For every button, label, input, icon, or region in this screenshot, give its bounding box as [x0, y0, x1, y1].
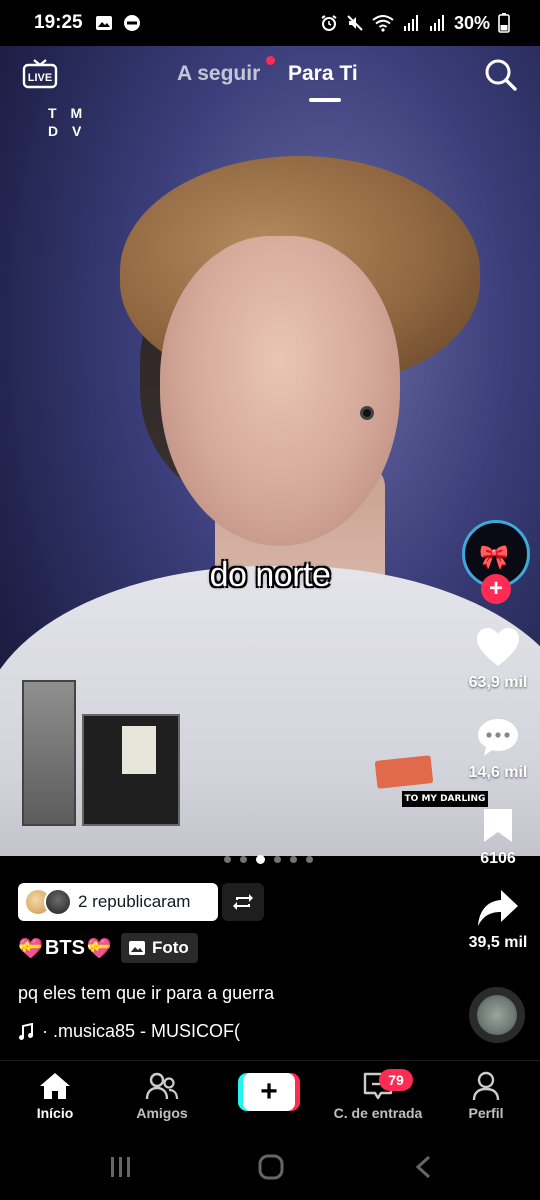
carousel-dot [240, 856, 247, 863]
music-disc[interactable] [469, 987, 525, 1043]
live-icon[interactable]: LIVE [22, 58, 58, 92]
back-icon[interactable] [412, 1154, 436, 1180]
top-nav: LIVE A seguir Para Ti [0, 54, 540, 104]
battery-percent: 30% [453, 12, 490, 33]
comment-count: 14,6 mil [468, 764, 528, 781]
inbox-badge: 79 [379, 1069, 413, 1091]
image-icon [129, 941, 145, 955]
comment-button[interactable]: 14,6 mil [456, 716, 540, 782]
repost-count-text: 2 republicaram [78, 892, 191, 911]
friends-icon [145, 1072, 179, 1100]
profile-icon [472, 1071, 500, 1101]
music-info[interactable]: · .musica85 - MUSICOF( [18, 1021, 278, 1042]
status-bar: 19:25 30% [0, 0, 540, 46]
status-time: 19:25 [34, 12, 83, 33]
wifi-icon [372, 15, 394, 32]
recent-apps-icon[interactable] [108, 1154, 134, 1180]
tab-home[interactable]: Início [26, 1071, 84, 1121]
carousel-dots [224, 855, 313, 864]
document-tile [82, 714, 180, 826]
face-shape [160, 236, 400, 546]
watermark: T M D V [48, 105, 88, 139]
home-icon [40, 1073, 70, 1099]
repost-pill[interactable]: 2 republicaram [18, 883, 218, 921]
carousel-dot [274, 856, 281, 863]
bookmark-icon [484, 809, 512, 842]
music-label-sticker: TO MY DARLING [402, 791, 488, 807]
active-tab-indicator [309, 98, 341, 102]
follow-button[interactable]: + [481, 574, 511, 604]
bottom-tab-bar: Início Amigos + C. de entrada 79 Perfil [0, 1060, 540, 1140]
repost-icon [233, 894, 253, 910]
heart-emoji-icon: 💝 [18, 938, 43, 960]
repost-avatars [24, 888, 76, 916]
author-name[interactable]: 💝 BTS 💝 [18, 936, 112, 961]
signal-icon [403, 15, 418, 31]
share-arrow-icon [478, 890, 518, 926]
repost-button[interactable] [222, 883, 264, 921]
home-button-icon[interactable] [257, 1154, 285, 1180]
music-title: · .musica85 - MUSICOF( [42, 1021, 241, 1041]
save-count: 6106 [480, 850, 516, 867]
carousel-dot-active [256, 855, 265, 864]
carousel-dot [306, 856, 313, 863]
battery-icon [498, 13, 510, 33]
plus-icon: + [243, 1073, 295, 1111]
tab-following[interactable]: A seguir [177, 62, 260, 86]
bow-icon: 🎀 [479, 544, 509, 571]
alarm-icon [321, 15, 337, 31]
share-count: 39,5 mil [468, 934, 528, 951]
gallery-icon [95, 16, 112, 30]
carousel-dot [224, 856, 231, 863]
system-navigation-bar [0, 1140, 540, 1200]
tab-for-you[interactable]: Para Ti [288, 62, 358, 86]
share-button[interactable]: 39,5 mil [456, 888, 540, 952]
like-count: 63,9 mil [468, 674, 528, 691]
like-button[interactable]: 63,9 mil [456, 626, 540, 692]
music-note-icon [19, 1022, 33, 1040]
save-button[interactable]: 6106 [456, 806, 540, 868]
tab-inbox[interactable]: C. de entrada [322, 1071, 434, 1121]
photo-badge: Foto [121, 933, 198, 963]
caption-overlay: do norte [209, 556, 331, 594]
comment-icon [478, 719, 518, 756]
do-not-disturb-icon [123, 15, 140, 31]
svg-text:LIVE: LIVE [28, 72, 52, 84]
mute-icon [347, 15, 363, 31]
tab-friends[interactable]: Amigos [128, 1071, 196, 1121]
signal-icon [429, 15, 444, 31]
search-icon[interactable] [484, 58, 518, 92]
heart-emoji-icon: 💝 [86, 938, 112, 960]
notification-dot [266, 56, 275, 65]
create-button[interactable]: + [238, 1073, 300, 1111]
tab-profile[interactable]: Perfil [456, 1071, 516, 1121]
post-description[interactable]: pq eles tem que ir para a guerra [18, 983, 274, 1004]
carousel-dot [290, 856, 297, 863]
avatar [44, 888, 72, 916]
gear-search-tile [22, 680, 76, 826]
heart-icon [477, 628, 519, 666]
